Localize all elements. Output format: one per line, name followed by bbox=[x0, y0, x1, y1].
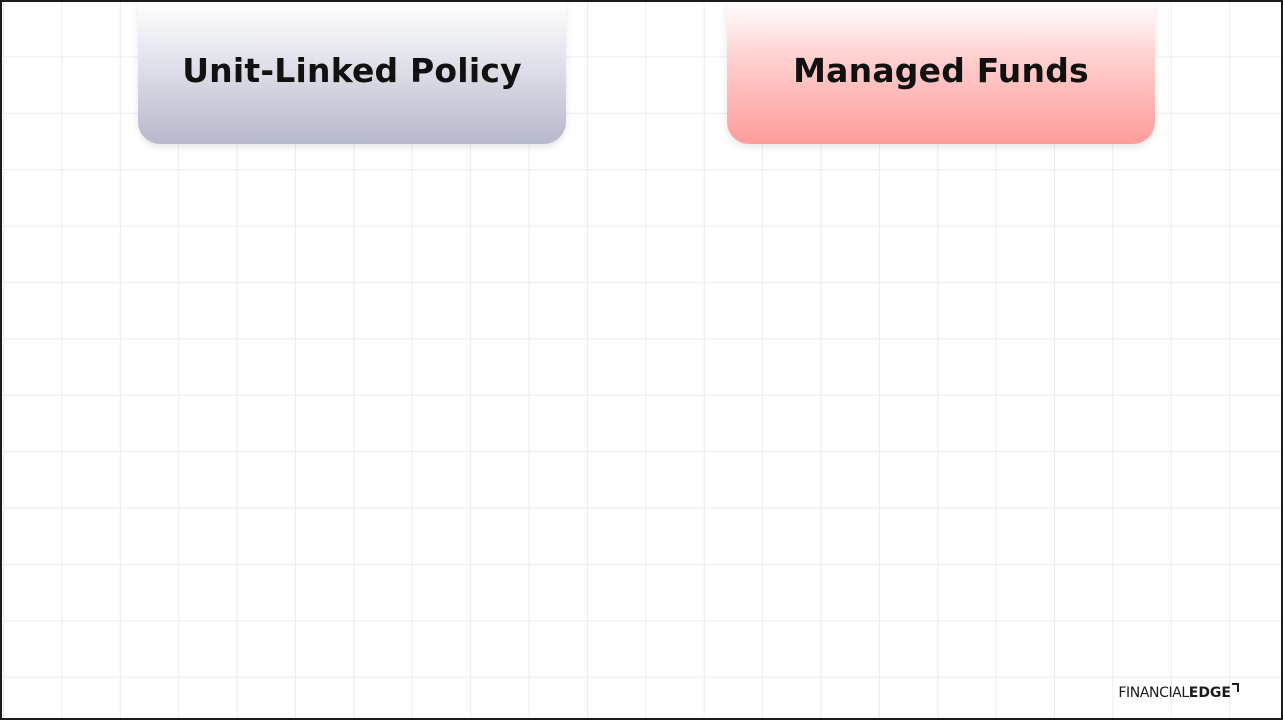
unit-linked-policy-header: Unit-Linked Policy bbox=[138, 2, 566, 144]
managed-funds-label: Managed Funds bbox=[793, 50, 1089, 90]
logo-text-financial: FINANCIAL bbox=[1118, 685, 1189, 701]
managed-funds-header: Managed Funds bbox=[727, 2, 1155, 144]
financial-edge-logo: FINANCIAL EDGE bbox=[1118, 683, 1239, 701]
comparison-canvas: Unit-Linked Policy Managed Funds FINANCI… bbox=[0, 0, 1283, 720]
logo-text-edge: EDGE bbox=[1188, 685, 1231, 701]
unit-linked-policy-label: Unit-Linked Policy bbox=[182, 50, 522, 90]
corner-bracket-icon bbox=[1232, 683, 1239, 692]
